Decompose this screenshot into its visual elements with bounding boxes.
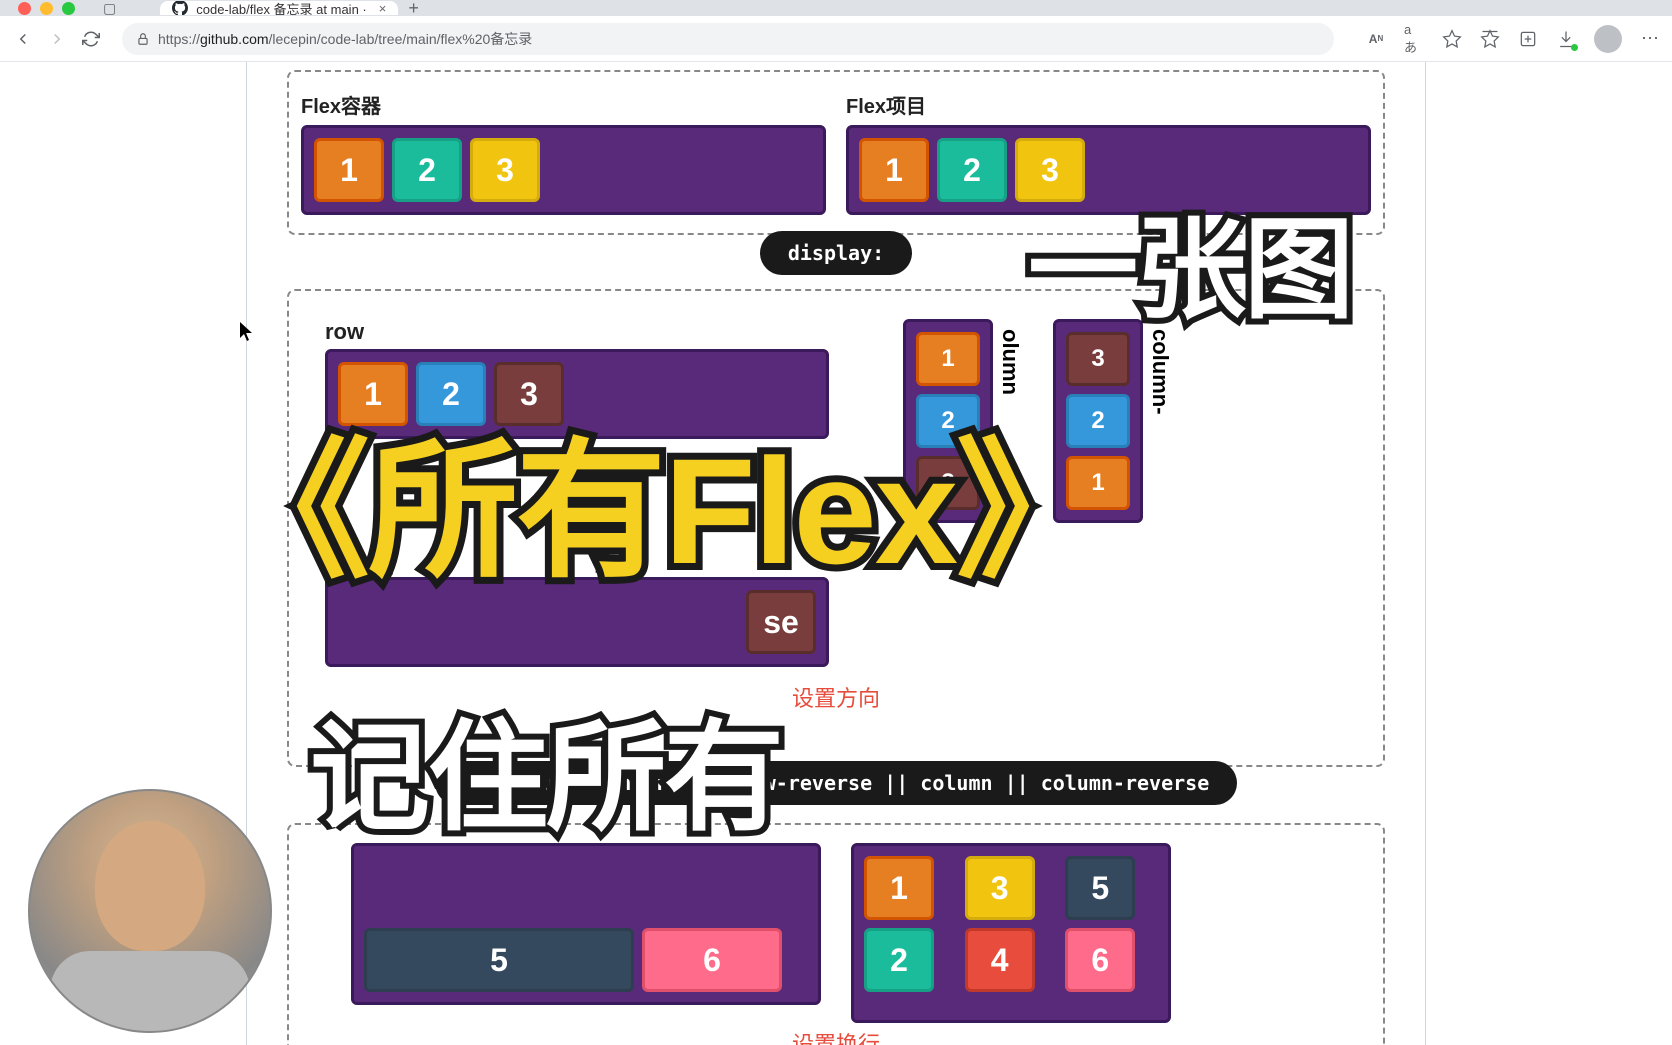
flex-container-label: Flex容器 <box>301 90 826 119</box>
nav-bar: https://github.com/lecepin/code-lab/tree… <box>0 16 1672 62</box>
github-icon <box>172 1 188 15</box>
column-label: olumn <box>997 329 1023 395</box>
flex-item: 6 <box>642 928 782 992</box>
wrap-title-cn: 设置换行 <box>301 1027 1371 1045</box>
translate-icon[interactable]: aあ <box>1404 29 1424 49</box>
flex-item-label: Flex项目 <box>846 90 1371 119</box>
flex-item: 5 <box>364 928 634 992</box>
tab-bar: ▢ code-lab/flex 备忘录 at main · × + <box>0 0 1672 16</box>
sidebar-toggle-icon[interactable]: ▢ <box>103 0 116 17</box>
flex-item: 6 <box>1065 928 1135 992</box>
collections-icon[interactable] <box>1518 29 1538 49</box>
more-icon[interactable]: ⋯ <box>1640 29 1660 49</box>
mouse-cursor <box>240 322 254 342</box>
reload-button[interactable] <box>80 28 102 50</box>
favorites-bar-icon[interactable] <box>1480 29 1500 49</box>
downloads-icon[interactable] <box>1556 29 1576 49</box>
flex-item: 2 <box>937 138 1007 202</box>
favorite-icon[interactable] <box>1442 29 1462 49</box>
overlay-line-1: 一张图 <box>1028 180 1352 340</box>
flex-item: 3 <box>965 856 1035 920</box>
row-label: row <box>325 319 829 345</box>
flex-item: 4 <box>965 928 1035 992</box>
window-minimize-button[interactable] <box>40 2 53 15</box>
window-close-button[interactable] <box>18 2 31 15</box>
flex-item: 3 <box>470 138 540 202</box>
new-tab-button[interactable]: + <box>408 0 419 19</box>
flex-item: 1 <box>864 856 934 920</box>
wrap-demo-2: 1 2 3 4 5 6 <box>851 843 1171 1023</box>
flex-item: 2 <box>392 138 462 202</box>
overlay-line-3: 记住所有 <box>310 680 782 854</box>
flex-item: 1 <box>859 138 929 202</box>
tab-close-icon[interactable]: × <box>379 1 387 15</box>
flex-item: 1 <box>916 332 980 386</box>
profile-avatar[interactable] <box>1594 25 1622 53</box>
wrap-demo-1: 1 2 3 4 5 6 <box>351 843 821 1005</box>
tab-title: code-lab/flex 备忘录 at main · <box>196 1 367 15</box>
url-text: https://github.com/lecepin/code-lab/tree… <box>158 29 532 49</box>
address-bar[interactable]: https://github.com/lecepin/code-lab/tree… <box>122 23 1334 55</box>
flex-wrap-section: 1 2 3 4 5 6 1 2 3 4 5 6 <box>287 823 1385 1045</box>
presenter-webcam <box>28 789 272 1033</box>
back-button[interactable] <box>12 28 34 50</box>
forward-button[interactable] <box>46 28 68 50</box>
flex-container-demo: 1 2 3 <box>301 125 826 215</box>
window-maximize-button[interactable] <box>62 2 75 15</box>
text-size-icon[interactable]: AN <box>1366 29 1386 49</box>
flex-item: 2 <box>864 928 934 992</box>
flex-item: 3 <box>1066 332 1130 386</box>
browser-tab[interactable]: code-lab/flex 备忘录 at main · × <box>160 1 398 15</box>
display-code-badge: display: <box>760 231 912 275</box>
overlay-line-2: 《所有Flex》 <box>220 390 1104 607</box>
column-reverse-label: column- <box>1147 329 1173 415</box>
flex-item: 5 <box>1065 856 1135 920</box>
lock-icon <box>136 32 150 46</box>
flex-item: 1 <box>314 138 384 202</box>
